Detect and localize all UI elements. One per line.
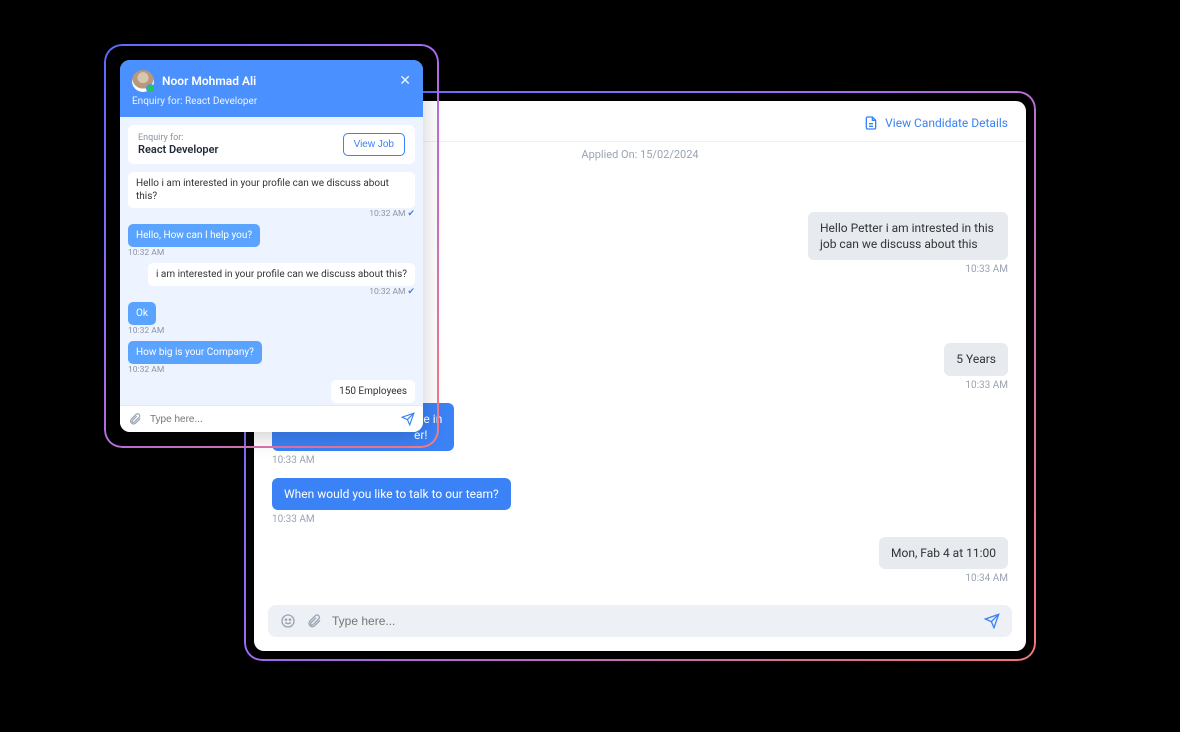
message-timestamp: 10:34 AM — [965, 573, 1008, 584]
message-row: 150 Employees 10:32 AM✔ — [128, 380, 415, 405]
message-timestamp: 10:33 AM — [272, 455, 315, 466]
message-timestamp: 10:33 AM — [965, 264, 1008, 275]
message-incoming: Hello, How can I help you? — [128, 224, 260, 247]
message-outgoing: 150 Employees — [331, 380, 415, 403]
view-candidate-details-link[interactable]: View Candidate Details — [863, 115, 1008, 131]
main-message-input-bar — [268, 605, 1012, 637]
popup-chat-card: Noor Mohmad Ali ✕ Enquiry for: React Dev… — [120, 60, 423, 432]
message-row: We need your email address to send you a… — [272, 592, 1008, 595]
send-icon[interactable] — [401, 412, 415, 426]
message-outgoing: Hello i am interested in your profile ca… — [128, 172, 415, 208]
read-tick-icon: ✔ — [407, 209, 415, 219]
view-candidate-details-label: View Candidate Details — [885, 116, 1008, 130]
popup-subtitle: Enquiry for: React Developer — [132, 96, 411, 107]
message-row: When would you like to talk to our team?… — [272, 474, 1008, 533]
avatar — [132, 70, 154, 92]
contact-name: Noor Mohmad Ali — [162, 74, 391, 88]
view-job-button[interactable]: View Job — [343, 133, 405, 156]
popup-message-input-bar — [120, 405, 423, 432]
popup-header: Noor Mohmad Ali ✕ Enquiry for: React Dev… — [120, 60, 423, 117]
close-icon[interactable]: ✕ — [399, 73, 411, 89]
main-message-input[interactable] — [332, 614, 974, 628]
message-row: Hello, How can I help you? 10:32 AM — [128, 224, 415, 261]
message-timestamp: 10:32 AM — [128, 365, 164, 375]
message-incoming: Ok — [128, 302, 156, 325]
enquiry-card: Enquiry for: React Developer View Job — [128, 125, 415, 164]
document-icon — [863, 115, 879, 131]
attachment-icon[interactable] — [306, 613, 322, 629]
message-row: Mon, Fab 4 at 11:00 10:34 AM — [272, 533, 1008, 592]
attachment-icon[interactable] — [128, 412, 142, 426]
enquiry-label: Enquiry for: — [138, 133, 219, 143]
message-outgoing: Hello Petter i am intrested in this job … — [808, 212, 1008, 260]
message-outgoing: Mon, Fab 4 at 11:00 — [879, 537, 1008, 569]
message-timestamp: 10:32 AM — [128, 248, 164, 258]
message-timestamp: 10:33 AM — [272, 514, 315, 525]
message-incoming: When would you like to talk to our team? — [272, 478, 511, 510]
message-row: i am interested in your profile can we d… — [128, 263, 415, 300]
read-tick-icon: ✔ — [407, 287, 415, 297]
message-row: Ok 10:32 AM — [128, 302, 415, 339]
message-row: How big is your Company? 10:32 AM — [128, 341, 415, 378]
send-icon[interactable] — [984, 613, 1000, 629]
popup-message-input[interactable] — [150, 414, 393, 425]
emoji-icon[interactable] — [280, 613, 296, 629]
message-timestamp: 10:32 AM✔ — [369, 287, 415, 297]
message-incoming: How big is your Company? — [128, 341, 262, 364]
popup-chat-body: Enquiry for: React Developer View Job He… — [120, 117, 423, 405]
message-timestamp: 10:32 AM — [128, 326, 164, 336]
message-outgoing: 5 Years — [944, 343, 1008, 375]
message-row: Hello i am interested in your profile ca… — [128, 172, 415, 222]
message-timestamp: 10:33 AM — [965, 380, 1008, 391]
popup-chat-frame: Noor Mohmad Ali ✕ Enquiry for: React Dev… — [104, 44, 439, 448]
message-timestamp: 10:32 AM✔ — [369, 209, 415, 219]
enquiry-value: React Developer — [138, 143, 219, 156]
message-outgoing: i am interested in your profile can we d… — [148, 263, 415, 286]
